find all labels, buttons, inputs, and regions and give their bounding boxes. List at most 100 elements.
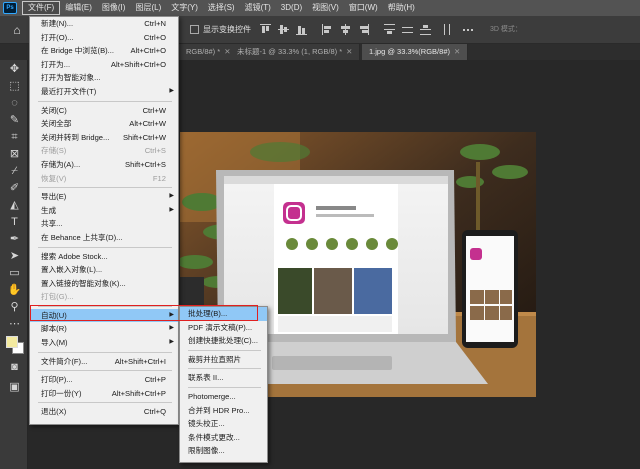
marquee-tool-icon[interactable]: ⬚: [7, 79, 22, 94]
menu-item-automate[interactable]: 自动(U) ▶: [30, 308, 178, 323]
rectangle-tool-icon[interactable]: ▭: [7, 266, 22, 281]
menu-item-close[interactable]: 关闭(C) Ctrl+W: [30, 104, 178, 118]
menu-divider: [188, 368, 261, 370]
distribute-bottom-icon[interactable]: [420, 24, 431, 35]
home-icon[interactable]: ⌂: [10, 23, 24, 37]
lasso-tool-icon[interactable]: ◌: [7, 96, 22, 111]
menu-item-label: 共享...: [41, 219, 63, 229]
menu-item-share-on-behance[interactable]: 在 Behance 上共享(D)...: [30, 231, 178, 245]
menu-item-import[interactable]: 导入(M) ▶: [30, 336, 178, 350]
menu-item-label: 存储为(A)...: [41, 159, 81, 169]
menu-item-search-adobe-stock[interactable]: 搜索 Adobe Stock...: [30, 250, 178, 264]
distribute-vcenter-icon[interactable]: [402, 24, 413, 35]
menu-item-print-one-copy[interactable]: 打印一份(Y) Alt+Shift+Ctrl+P: [30, 387, 178, 401]
menu-item-new[interactable]: 新建(N)... Ctrl+N: [30, 17, 178, 31]
screen-mode-icon[interactable]: ▣: [7, 380, 22, 395]
more-options-icon[interactable]: [462, 24, 473, 35]
menu-item-label: 镜头校正...: [188, 419, 225, 429]
menu-edit[interactable]: 编辑(E): [60, 0, 97, 16]
menu-item-label: 关闭全部: [41, 119, 72, 129]
menu-item-place-linked[interactable]: 置入链接的智能对象(K)...: [30, 277, 178, 291]
menu-item-close-all[interactable]: 关闭全部 Alt+Ctrl+W: [30, 117, 178, 131]
menu-filter[interactable]: 滤镜(T): [240, 0, 276, 16]
align-top-icon[interactable]: [260, 24, 271, 35]
menu-file[interactable]: 文件(F): [22, 1, 61, 15]
frame-tool-icon[interactable]: ⊠: [7, 147, 22, 162]
quick-select-tool-icon[interactable]: ✎: [7, 113, 22, 128]
menu-item-label: 打印(P)...: [41, 375, 73, 385]
menu-item-fit-image[interactable]: 限制图像...: [180, 444, 267, 458]
menu-view[interactable]: 视图(V): [307, 0, 344, 16]
menu-item-open-recent[interactable]: 最近打开文件(T) ▶: [30, 85, 178, 99]
show-transform-checkbox[interactable]: [190, 24, 199, 34]
menu-item-file-info[interactable]: 文件简介(F)... Alt+Shift+Ctrl+I: [30, 355, 178, 369]
menu-item-contact-sheet[interactable]: 联系表 II...: [180, 371, 267, 385]
menu-item-merge-to-hdr[interactable]: 合并到 HDR Pro...: [180, 404, 267, 418]
menu-item-label: 生成: [41, 205, 57, 215]
menu-item-place-embedded[interactable]: 置入嵌入对象(L)...: [30, 263, 178, 277]
menu-item-create-droplet[interactable]: 创建快捷批处理(C)...: [180, 334, 267, 348]
hand-tool-icon[interactable]: ✋: [7, 283, 22, 298]
align-right-icon[interactable]: [358, 24, 369, 35]
move-tool-icon[interactable]: ✥: [7, 62, 22, 77]
align-vcenter-icon[interactable]: [278, 24, 289, 35]
photoshop-logo-icon[interactable]: Ps: [3, 2, 17, 14]
align-bottom-icon[interactable]: [296, 24, 307, 35]
zoom-tool-icon[interactable]: ⚲: [7, 300, 22, 315]
brush-tool-icon[interactable]: ✐: [7, 181, 22, 196]
menu-item-exit[interactable]: 退出(X) Ctrl+Q: [30, 405, 178, 419]
show-transform-control[interactable]: 显示变换控件: [190, 22, 251, 36]
more-tools-icon[interactable]: ⋯: [7, 317, 22, 332]
menu-item-label: 自动(U): [41, 310, 67, 320]
menu-item-open-as[interactable]: 打开为... Alt+Shift+Ctrl+O: [30, 58, 178, 72]
menu-item-generate[interactable]: 生成 ▶: [30, 204, 178, 218]
menu-3d[interactable]: 3D(D): [276, 0, 307, 16]
menu-item-save-as[interactable]: 存储为(A)... Shift+Ctrl+S: [30, 158, 178, 172]
pen-tool-icon[interactable]: ✒: [7, 232, 22, 247]
menu-divider: [188, 349, 261, 351]
menu-item-label: 合并到 HDR Pro...: [188, 405, 250, 415]
menu-item-crop-and-straighten[interactable]: 裁剪并拉直照片: [180, 353, 267, 367]
eyedropper-tool-icon[interactable]: ⌿: [7, 164, 22, 179]
align-hcenter-icon[interactable]: [340, 24, 351, 35]
menu-item-lens-correction[interactable]: 镜头校正...: [180, 417, 267, 431]
menu-image[interactable]: 图像(I): [97, 0, 131, 16]
menu-item-print[interactable]: 打印(P)... Ctrl+P: [30, 373, 178, 387]
menu-item-shortcut: Ctrl+Q: [143, 407, 166, 417]
menu-item-conditional-mode-change[interactable]: 条件模式更改...: [180, 431, 267, 445]
quick-mask-icon[interactable]: ◙: [7, 360, 22, 375]
menu-window[interactable]: 窗口(W): [344, 0, 383, 16]
menu-layer[interactable]: 图层(L): [130, 0, 166, 16]
crop-tool-icon[interactable]: ⌗: [7, 130, 22, 145]
menu-item-open[interactable]: 打开(O)... Ctrl+O: [30, 31, 178, 45]
menu-item-batch[interactable]: 批处理(B)...: [180, 307, 267, 321]
close-icon[interactable]: ✕: [454, 47, 460, 56]
menu-item-shortcut: Alt+Shift+Ctrl+O: [110, 59, 166, 69]
3d-mode-label: 3D 模式：: [490, 26, 522, 33]
foreground-color-swatch[interactable]: [6, 336, 18, 348]
path-select-tool-icon[interactable]: ➤: [7, 249, 22, 264]
close-icon[interactable]: ✕: [346, 47, 352, 56]
menu-item-browse-in-bridge[interactable]: 在 Bridge 中浏览(B)... Alt+Ctrl+O: [30, 44, 178, 58]
menu-item-share[interactable]: 共享...: [30, 217, 178, 231]
distribute-left-icon[interactable]: [444, 24, 455, 35]
type-tool-icon[interactable]: T: [7, 215, 22, 230]
menu-item-label: 搜索 Adobe Stock...: [41, 251, 108, 261]
eraser-tool-icon[interactable]: ◭: [7, 198, 22, 213]
align-left-icon[interactable]: [322, 24, 333, 35]
menu-item-pdf-presentation[interactable]: PDF 演示文稿(P)...: [180, 321, 267, 335]
menu-help[interactable]: 帮助(H): [383, 0, 420, 16]
tab-document-3[interactable]: 1.jpg @ 33.3%(RGB/8#) ✕: [362, 44, 469, 60]
menu-select[interactable]: 选择(S): [203, 0, 240, 16]
menu-item-export[interactable]: 导出(E) ▶: [30, 190, 178, 204]
menu-item-open-as-smart-object[interactable]: 打开为智能对象...: [30, 71, 178, 85]
menu-item-label: 置入嵌入对象(L)...: [41, 265, 103, 275]
menu-item-photomerge[interactable]: Photomerge...: [180, 390, 267, 404]
menu-item-close-and-go-to-bridge[interactable]: 关闭并转到 Bridge... Shift+Ctrl+W: [30, 131, 178, 145]
distribute-top-icon[interactable]: [384, 24, 395, 35]
menu-item-scripts[interactable]: 脚本(R) ▶: [30, 322, 178, 336]
menu-type[interactable]: 文字(Y): [166, 0, 203, 16]
submenu-arrow-icon: ▶: [169, 206, 174, 213]
tab-document-2[interactable]: 未标题-1 @ 33.3% (1, RGB/8) * ✕: [230, 44, 361, 60]
menu-item-shortcut: Shift+Ctrl+W: [122, 132, 166, 142]
